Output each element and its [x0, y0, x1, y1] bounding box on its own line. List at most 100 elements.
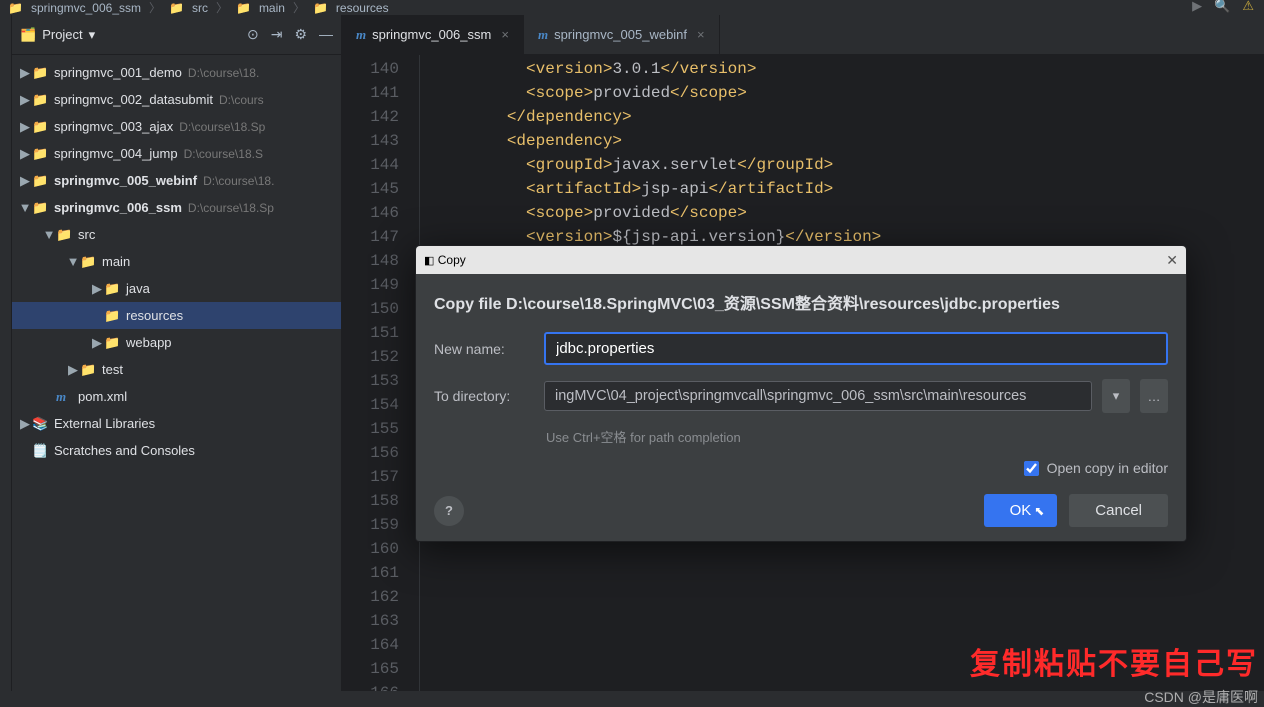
target-icon[interactable]: ⊙	[247, 26, 259, 43]
tree-row[interactable]: ▶📁java	[12, 275, 341, 302]
collapse-icon[interactable]: ⇥	[271, 26, 283, 43]
expand-icon[interactable]: ▶	[18, 92, 32, 108]
editor-tab[interactable]: mspringmvc_006_ssm×	[342, 15, 524, 54]
expand-icon[interactable]: ▶	[18, 119, 32, 135]
breadcrumb-segment[interactable]: resources	[336, 1, 389, 15]
dialog-title-text: Copy	[438, 253, 466, 267]
tree-row[interactable]: 🗒️Scratches and Consoles	[12, 437, 341, 464]
tree-item-hint: D:\course\18.Sp	[179, 120, 265, 134]
panel-header: 🗂️ Project ▾ ⊙ ⇥ ⚙ —	[12, 15, 341, 55]
line-number: 164	[342, 633, 399, 657]
run-icon[interactable]: ▶	[1192, 0, 1202, 14]
left-tool-strip[interactable]	[0, 15, 12, 691]
expand-icon[interactable]: ▶	[18, 146, 32, 162]
close-tab-icon[interactable]: ×	[697, 27, 705, 42]
tab-label: springmvc_005_webinf	[554, 27, 687, 42]
line-number: 152	[342, 345, 399, 369]
tree-item-label: Scratches and Consoles	[54, 443, 195, 458]
expand-icon[interactable]: ▶	[90, 281, 104, 297]
line-number: 146	[342, 201, 399, 225]
tree-row[interactable]: ▶📚External Libraries	[12, 410, 341, 437]
code-line[interactable]: <groupId>javax.servlet</groupId>	[430, 153, 1264, 177]
minimize-icon[interactable]: —	[319, 26, 333, 43]
code-line[interactable]: <version>3.0.1</version>	[430, 57, 1264, 81]
tree-item-label: java	[126, 281, 150, 296]
line-number: 160	[342, 537, 399, 561]
tree-item-hint: D:\cours	[219, 93, 264, 107]
expand-icon[interactable]: ▶	[18, 416, 32, 432]
line-number: 159	[342, 513, 399, 537]
folder-icon: 📁	[80, 254, 96, 270]
line-number: 143	[342, 129, 399, 153]
warn-icon[interactable]: ⚠	[1242, 0, 1254, 14]
line-number: 154	[342, 393, 399, 417]
editor-tab[interactable]: m springmvc_005_webinf ×	[524, 15, 720, 54]
expand-icon[interactable]: ▶	[66, 362, 80, 378]
tree-row[interactable]: ▶📁springmvc_004_jumpD:\course\18.S	[12, 140, 341, 167]
line-number: 140	[342, 57, 399, 81]
tree-item-label: springmvc_001_demo	[54, 65, 182, 80]
breadcrumb-segment[interactable]: springmvc_006_ssm	[31, 1, 141, 15]
tree-row[interactable]: ▼📁springmvc_006_ssmD:\course\18.Sp	[12, 194, 341, 221]
line-number: 156	[342, 441, 399, 465]
close-icon[interactable]: ✕	[1166, 252, 1178, 269]
close-tab-icon[interactable]: ×	[501, 27, 509, 42]
folder-icon: 📁	[104, 308, 120, 324]
tree-row[interactable]: ▶📁springmvc_001_demoD:\course\18.	[12, 59, 341, 86]
gutter: 1401411421431441451461471481491501511521…	[342, 55, 420, 691]
tree-row[interactable]: ▶📁springmvc_003_ajaxD:\course\18.Sp	[12, 113, 341, 140]
cancel-button[interactable]: Cancel	[1069, 494, 1168, 527]
maven-icon: m	[356, 27, 366, 43]
help-button[interactable]: ?	[434, 496, 464, 526]
tree-item-hint: D:\course\18.	[188, 66, 259, 80]
gear-icon[interactable]: ⚙	[294, 26, 307, 43]
dialog-titlebar[interactable]: ◧ Copy ✕	[416, 246, 1186, 274]
directory-dropdown-icon[interactable]: ▾	[1102, 379, 1130, 413]
new-name-input[interactable]	[544, 332, 1168, 365]
tree-row[interactable]: ▼📁src	[12, 221, 341, 248]
folder-icon: 📁	[32, 173, 48, 189]
expand-icon[interactable]: ▼	[66, 254, 80, 269]
code-line[interactable]: <artifactId>jsp-api</artifactId>	[430, 177, 1264, 201]
breadcrumb: 📁 springmvc_006_ssm〉📁 src〉📁 main〉📁 resou…	[0, 0, 1264, 15]
tree-row[interactable]: ▶📁springmvc_002_datasubmitD:\cours	[12, 86, 341, 113]
code-line[interactable]: <scope>provided</scope>	[430, 81, 1264, 105]
maven-icon: m	[538, 27, 548, 43]
tree-row[interactable]: ▶📁webapp	[12, 329, 341, 356]
expand-icon[interactable]: ▼	[42, 227, 56, 242]
folder-icon: m	[56, 389, 72, 405]
tree-item-hint: D:\course\18.	[203, 174, 274, 188]
expand-icon[interactable]: ▼	[18, 200, 32, 215]
project-tree[interactable]: ▶📁springmvc_001_demoD:\course\18.▶📁sprin…	[12, 55, 341, 691]
dropdown-icon[interactable]: ▾	[89, 27, 96, 43]
panel-title[interactable]: 🗂️ Project ▾	[20, 27, 95, 43]
search-icon[interactable]: 🔍	[1214, 0, 1230, 14]
code-line[interactable]: <scope>provided</scope>	[430, 201, 1264, 225]
line-number: 144	[342, 153, 399, 177]
folder-icon: 📁	[32, 92, 48, 108]
folder-icon: 📁	[313, 1, 328, 15]
folder-icon: 📁	[80, 362, 96, 378]
ok-button[interactable]: OK⬉	[984, 494, 1058, 527]
breadcrumb-segment[interactable]: main	[259, 1, 285, 15]
line-number: 163	[342, 609, 399, 633]
expand-icon[interactable]: ▶	[18, 65, 32, 81]
tree-row[interactable]: ▶📁test	[12, 356, 341, 383]
to-directory-input[interactable]	[544, 381, 1092, 411]
open-copy-label: Open copy in editor	[1047, 460, 1168, 476]
tree-item-label: springmvc_004_jump	[54, 146, 178, 161]
tree-item-label: resources	[126, 308, 183, 323]
panel-actions: ⊙ ⇥ ⚙ —	[247, 26, 333, 43]
expand-icon[interactable]: ▶	[90, 335, 104, 351]
code-line[interactable]: </dependency>	[430, 105, 1264, 129]
tree-row[interactable]: 📁 resources	[12, 302, 341, 329]
tree-row[interactable]: mpom.xml	[12, 383, 341, 410]
browse-button[interactable]: …	[1140, 379, 1168, 413]
breadcrumb-segment[interactable]: src	[192, 1, 208, 15]
line-number: 142	[342, 105, 399, 129]
tree-row[interactable]: ▶📁springmvc_005_webinfD:\course\18.	[12, 167, 341, 194]
code-line[interactable]: <dependency>	[430, 129, 1264, 153]
tree-row[interactable]: ▼📁main	[12, 248, 341, 275]
expand-icon[interactable]: ▶	[18, 173, 32, 189]
open-copy-checkbox[interactable]	[1024, 461, 1039, 476]
